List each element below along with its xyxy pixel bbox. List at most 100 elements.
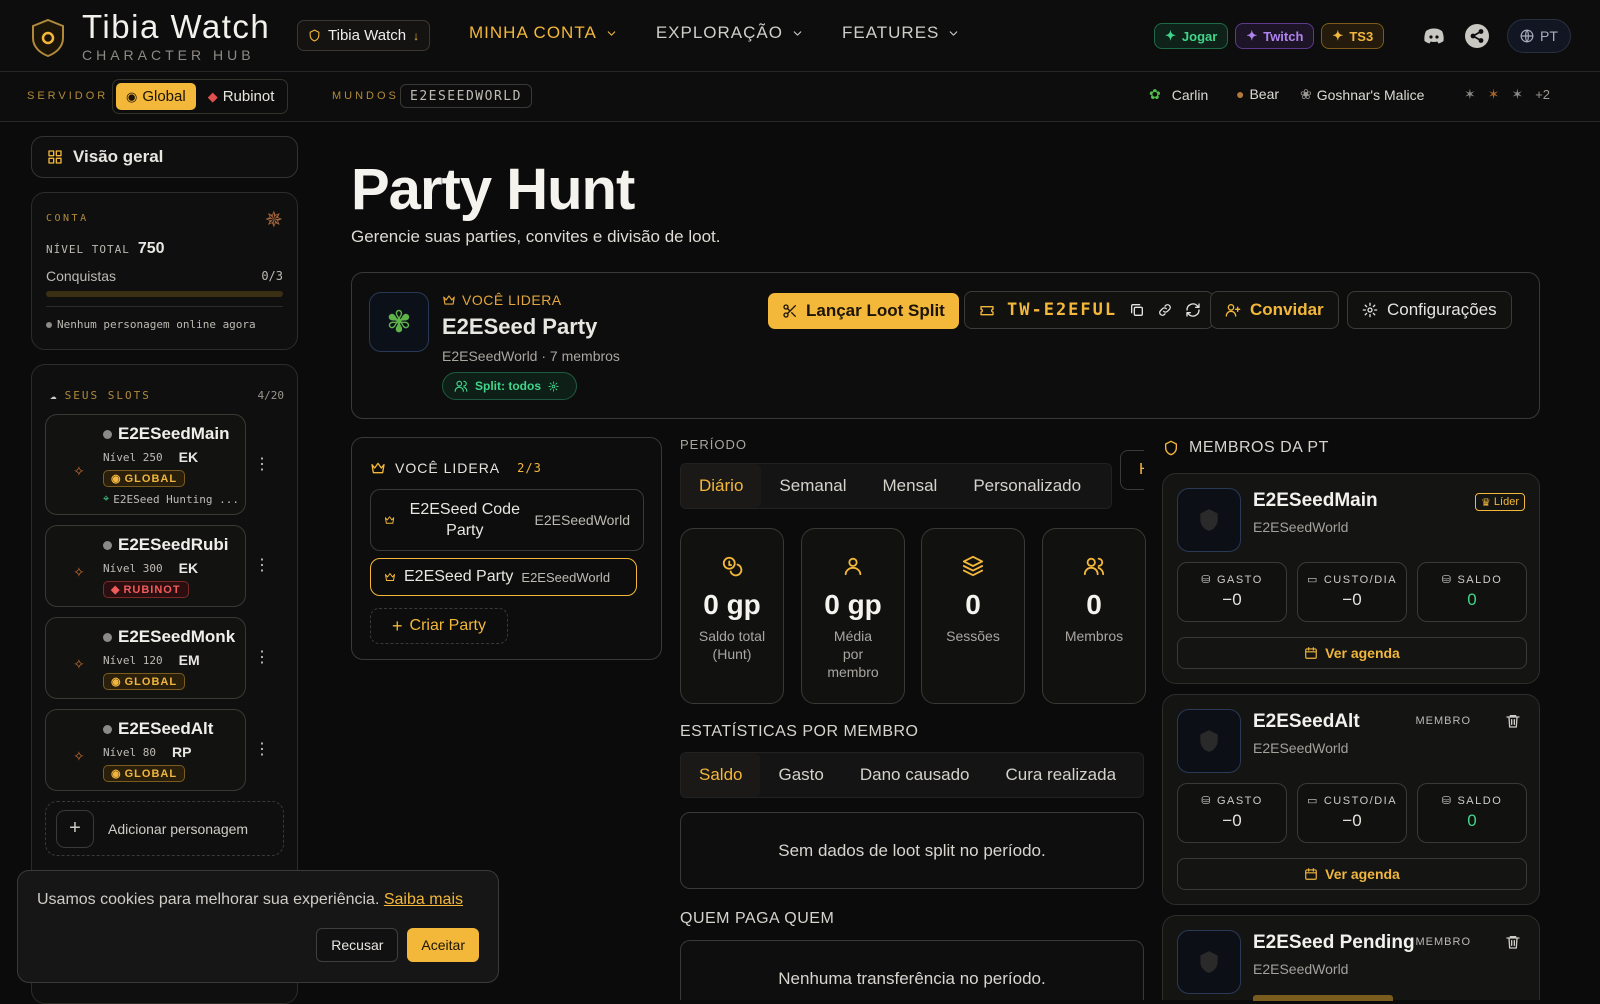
nav-exploracao[interactable]: EXPLORAÇÃO xyxy=(656,23,804,43)
shield-icon xyxy=(309,29,320,42)
invite-code[interactable]: TW-E2EFUL xyxy=(1007,300,1117,320)
tab-semanal[interactable]: Semanal xyxy=(761,464,864,508)
refresh-icon[interactable] xyxy=(1185,302,1201,318)
shield-logo-icon[interactable] xyxy=(30,18,66,58)
ticket-icon xyxy=(980,306,994,316)
ts3-button[interactable]: ✦ TS3 xyxy=(1321,23,1385,49)
slot-menu-button[interactable]: ⋮ xyxy=(254,456,270,473)
view-agenda-button[interactable]: Ver agenda xyxy=(1177,637,1527,669)
tab-dano[interactable]: Dano causado xyxy=(842,753,988,797)
leader-badge: ♛ Líder xyxy=(1475,493,1525,511)
cookie-learn-more-link[interactable]: Saiba mais xyxy=(384,891,463,908)
slot-menu-button[interactable]: ⋮ xyxy=(254,742,270,758)
link-icon[interactable] xyxy=(1157,302,1173,318)
crown-icon xyxy=(443,295,455,305)
character-slot[interactable]: ✧ E2ESeedMonk Nível 120 EM ◉ GLOBAL ⋮ xyxy=(45,617,270,699)
creature-icon: ✶ xyxy=(1511,86,1524,102)
cookie-accept-button[interactable]: Aceitar xyxy=(407,928,479,962)
language-switcher[interactable]: PT xyxy=(1507,19,1571,53)
offline-dot xyxy=(103,429,112,439)
period-overflow-button[interactable]: H xyxy=(1120,450,1144,490)
create-party-button[interactable]: + Criar Party xyxy=(370,608,508,644)
server-global-button[interactable]: ◉ Global xyxy=(116,83,196,110)
member-card: E2ESeedMain E2ESeedWorld ♛ Líder ⛁ GASTO −0… xyxy=(1162,473,1540,684)
slot-menu-button[interactable]: ⋮ xyxy=(254,650,270,666)
server-rubinot-button[interactable]: ◆ Rubinot xyxy=(198,83,285,110)
tab-gasto[interactable]: Gasto xyxy=(760,753,841,797)
global-icon: ◉ xyxy=(111,676,122,688)
twitch-button[interactable]: ✦ Twitch xyxy=(1235,23,1315,49)
offline-dot xyxy=(103,724,112,734)
character-slot[interactable]: ✧ E2ESeedMain Nível 250 EK ◉ GLOBAL ⌖ E2ESe… xyxy=(45,414,270,515)
stat-label: SALDO xyxy=(1457,573,1503,586)
chevron-down-icon xyxy=(950,30,958,36)
discord-icon[interactable] xyxy=(1421,23,1447,49)
brand[interactable]: Tibia Watch CHARACTER HUB xyxy=(82,8,270,63)
party-item-name: E2ESeed Code Party xyxy=(409,501,520,539)
party-list-card: VOCÊ LIDERA 2/3 E2ESeed Code Party E2ESe… xyxy=(351,437,662,660)
page-header: Party Hunt Gerencie suas parties, convit… xyxy=(351,156,720,247)
map-pin-icon: ⌖ xyxy=(103,492,110,505)
payments-empty-text: Nenhuma transferência no período. xyxy=(778,969,1046,988)
stat-value: −0 xyxy=(1342,811,1362,830)
users-icon xyxy=(454,380,468,392)
user-plus-icon xyxy=(1225,304,1241,317)
party-item-name: E2ESeed Party xyxy=(404,568,514,585)
carlin-icon: ✿ xyxy=(1149,86,1161,102)
tab-personalizado[interactable]: Personalizado xyxy=(955,464,1099,508)
view-agenda-button[interactable]: Ver agenda xyxy=(1177,858,1527,890)
slot-menu-button[interactable]: ⋮ xyxy=(254,558,270,574)
boss-bear[interactable]: ● Bear xyxy=(1236,86,1279,102)
character-slot[interactable]: ✧ E2ESeedRubi Nível 300 EK ◆ RUBINOT ⋮ xyxy=(45,525,270,607)
tab-saldo[interactable]: Saldo xyxy=(681,753,761,797)
add-character-label: Adicionar personagem xyxy=(108,820,249,837)
party-list-item-selected[interactable]: E2ESeed Party E2ESeedWorld xyxy=(370,558,637,596)
nav-label: MINHA CONTA xyxy=(469,23,597,42)
settings-button[interactable]: Configurações xyxy=(1347,291,1512,329)
tab-mensal[interactable]: Mensal xyxy=(865,464,956,508)
copy-icon[interactable] xyxy=(1129,302,1145,318)
member-stat-cost: ▭ CUSTO/DIA −0 xyxy=(1297,562,1407,622)
nav-features[interactable]: FEATURES xyxy=(842,23,960,43)
shield-placeholder-icon xyxy=(1200,951,1218,973)
launch-loot-split-button[interactable]: Lançar Loot Split xyxy=(768,293,959,329)
boss-goshnar[interactable]: ❀ Goshnar's Malice xyxy=(1300,86,1424,103)
gear-icon xyxy=(548,380,559,392)
stat-value: 0 xyxy=(1467,811,1477,830)
nav-minha-conta[interactable]: MINHA CONTA xyxy=(469,23,618,43)
add-character-button[interactable]: + Adicionar personagem xyxy=(45,801,284,856)
character-slot[interactable]: ✧ E2ESeedAlt Nível 80 RP ◉ GLOBAL ⋮ xyxy=(45,709,270,791)
account-avatar: ✵ xyxy=(264,207,283,232)
overview-button[interactable]: Visão geral xyxy=(31,136,298,178)
split-badge[interactable]: Split: todos xyxy=(442,372,577,400)
achievements-progress xyxy=(46,291,283,297)
party-list-item[interactable]: E2ESeed Code Party E2ESeedWorld xyxy=(370,489,644,551)
create-party-label: Criar Party xyxy=(409,617,486,634)
character-sprite: ✧ xyxy=(73,748,85,764)
worlds-label: MUNDOS xyxy=(332,90,399,102)
character-name: E2ESeedAlt xyxy=(118,719,214,738)
boss-more[interactable]: ✶ ✶ ✶ +2 xyxy=(1464,86,1550,103)
tab-diario[interactable]: Diário xyxy=(681,464,762,508)
trash-icon[interactable] xyxy=(1505,713,1521,729)
offline-dot xyxy=(46,321,52,328)
member-card: E2ESeedAlt E2ESeedWorld MEMBRO ⛁ GASTO −0 … xyxy=(1162,694,1540,905)
pending-badge xyxy=(1253,995,1393,1001)
server-badge-label: GLOBAL xyxy=(124,472,178,485)
stat-card-total: 0 gp Saldo total (Hunt) xyxy=(680,528,784,704)
stat-value: −0 xyxy=(1222,811,1242,830)
boss-carlin[interactable]: ✿ Carlin xyxy=(1149,86,1208,103)
calendar-icon: ▭ xyxy=(1306,795,1319,807)
play-button[interactable]: ✦ Jogar xyxy=(1154,23,1229,49)
invite-button[interactable]: Convidar xyxy=(1210,291,1339,329)
trash-icon[interactable] xyxy=(1505,934,1521,950)
app-subtitle: CHARACTER HUB xyxy=(82,47,255,63)
cookie-decline-button[interactable]: Recusar xyxy=(316,928,399,962)
world-chip[interactable]: E2ESEEDWORLD xyxy=(400,84,532,108)
share-icon[interactable] xyxy=(1464,23,1490,49)
rubinot-emblem-icon: ◆ xyxy=(207,88,218,104)
tab-cura[interactable]: Cura realizada xyxy=(987,753,1134,797)
workspace-switcher[interactable]: Tibia Watch ↓ xyxy=(297,20,431,51)
shield-placeholder-icon xyxy=(1200,509,1218,531)
member-name: E2ESeedMain xyxy=(1253,490,1378,511)
